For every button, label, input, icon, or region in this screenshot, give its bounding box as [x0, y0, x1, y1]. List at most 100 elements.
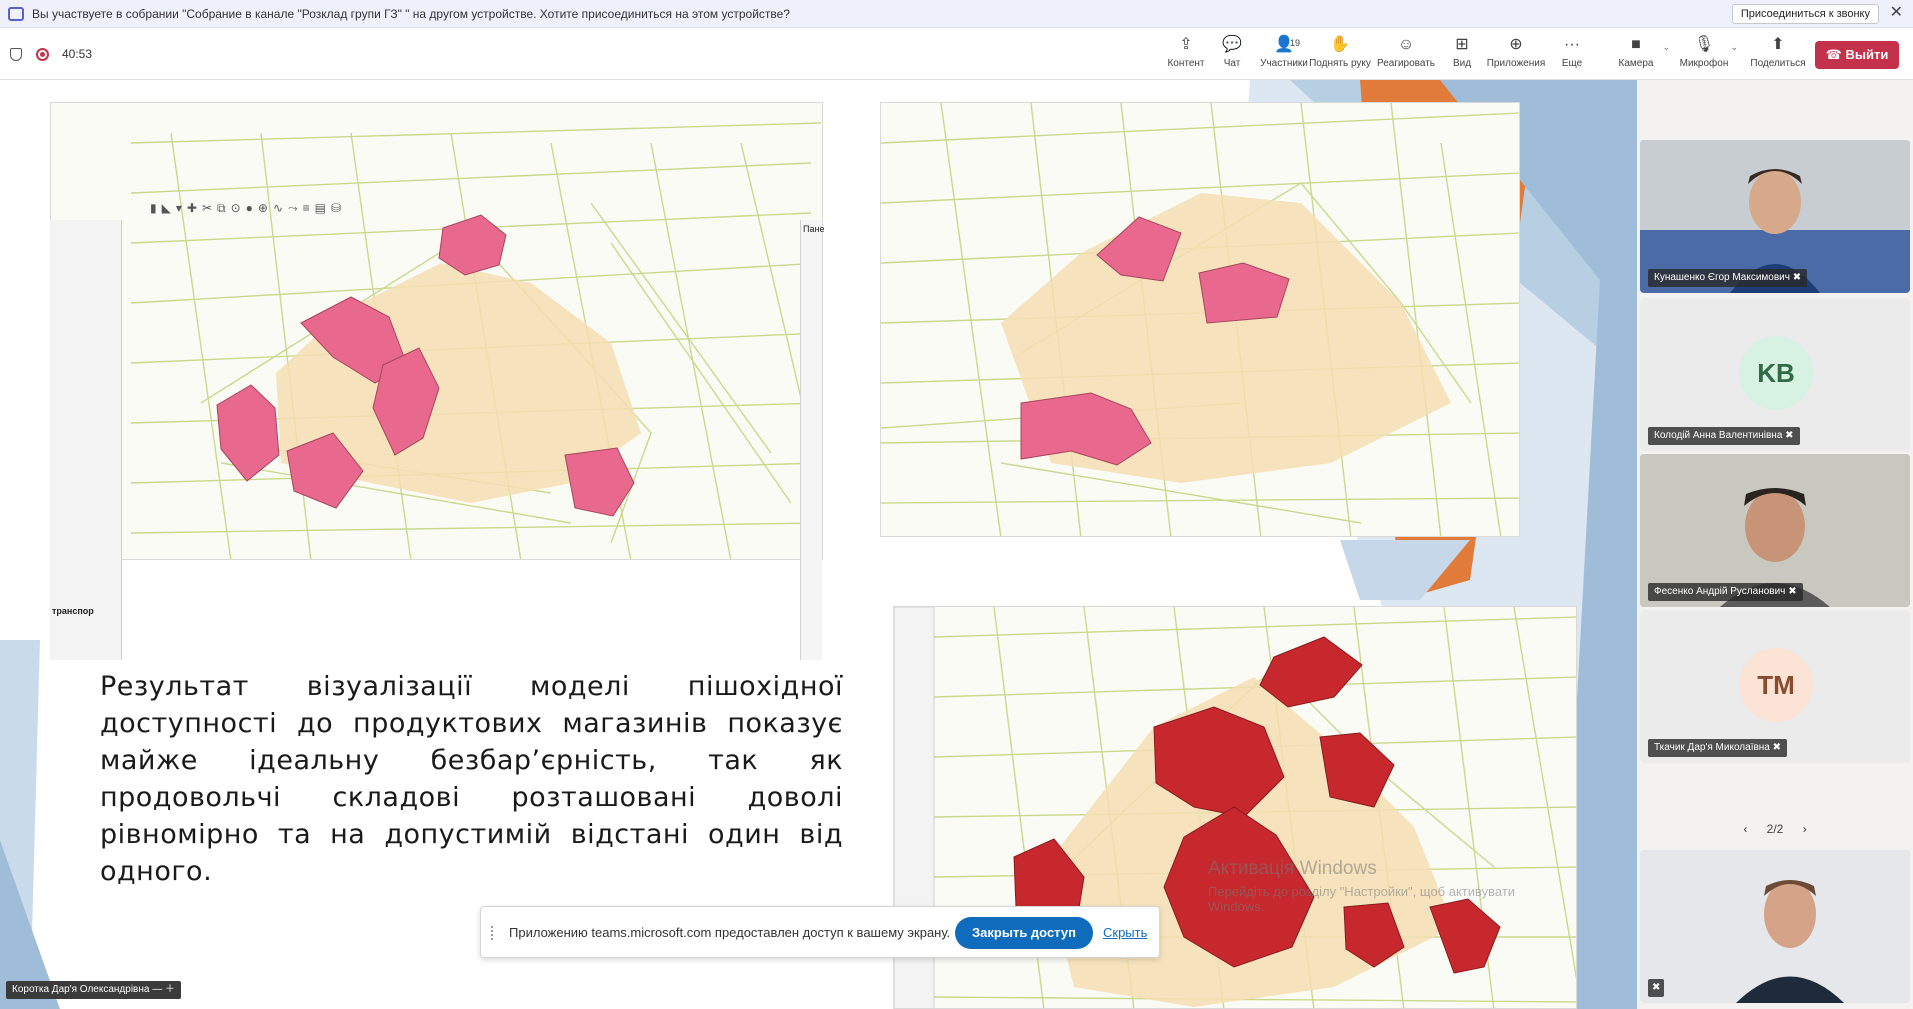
qgis-side-panel: Пане	[800, 220, 825, 660]
qgis-tool-icon[interactable]: ⊙	[231, 201, 241, 215]
rejoin-notice-text: Вы участвуете в собрании "Собрание в кан…	[32, 6, 790, 21]
participant-name: ✖	[1648, 979, 1665, 997]
qgis-tool-icon[interactable]: ⊕	[258, 201, 268, 215]
join-call-button[interactable]: Присоединиться к звонку	[1731, 4, 1879, 24]
teams-icon	[8, 6, 24, 21]
participant-name: Ткачик Дар'я Миколаївна ✖	[1648, 739, 1788, 757]
qgis-tool-icon[interactable]: ▾	[176, 201, 182, 215]
participant-tile[interactable]: TM Ткачик Дар'я Миколаївна ✖	[1640, 610, 1910, 763]
qgis-tool-icon[interactable]: ≡	[303, 201, 310, 215]
page-indicator: 2/2	[1766, 822, 1784, 836]
camera-label: Камера	[1618, 58, 1654, 69]
map-pink-zones-2	[880, 102, 1520, 537]
qgis-tool-icon[interactable]: ◣	[162, 201, 171, 215]
qgis-layer-label: транспор	[52, 606, 94, 616]
mic-off-icon: ✖	[1785, 430, 1794, 441]
participants-count: 19	[1290, 38, 1301, 48]
mic-off-icon: ✖	[1792, 272, 1802, 283]
qgis-toolbar: ▮ ◣ ▾ ✚ ✂ ⧉ ⊙ ● ⊕ ∿ ⤳ ≡ ▤ ⛁	[150, 197, 341, 219]
watermark-title: Активація Windows	[1208, 858, 1377, 879]
participant-name: Колодій Анна Валентинівна ✖	[1648, 427, 1800, 445]
participant-gallery: Кунашенко Єгор Максимович ✖ KB Колодій А…	[1637, 80, 1913, 1009]
mic-off-icon: ✖	[1772, 742, 1782, 753]
screen-share-bar: Приложению teams.microsoft.com предостав…	[480, 906, 1160, 958]
participant-tile[interactable]: Фесенко Андрій Русланович ✖	[1640, 454, 1910, 607]
camera-icon: ■	[1631, 36, 1641, 53]
microphone-button[interactable]: 🎙 Микрофон ⌄	[1672, 34, 1738, 78]
more-icon: ···	[1564, 36, 1580, 53]
qgis-tool-icon[interactable]: ▤	[315, 201, 326, 215]
react-label: Реагировать	[1376, 58, 1436, 69]
react-icon: ☺	[1397, 36, 1415, 53]
avatar: TM	[1739, 648, 1813, 722]
more-button[interactable]: ··· Еще	[1540, 34, 1604, 78]
microphone-icon: 🎙	[1693, 36, 1715, 53]
chevron-left-icon[interactable]: ‹	[1743, 822, 1747, 836]
gallery-pager: ‹ 2/2 ›	[1637, 822, 1913, 836]
participant-tile[interactable]: ✖	[1640, 850, 1910, 1003]
qgis-tool-icon[interactable]: ▮	[150, 201, 157, 215]
stop-sharing-button[interactable]: Закрыть доступ	[955, 917, 1093, 949]
qgis-tool-icon[interactable]: ⧉	[217, 201, 226, 216]
share-label: Поделиться	[1750, 58, 1806, 69]
qgis-tool-icon[interactable]: ⛁	[331, 201, 341, 215]
participants-icon: 👤	[1274, 36, 1294, 53]
participant-name: Кунашенко Єгор Максимович ✖	[1648, 269, 1808, 287]
participant-tile[interactable]: KB Колодій Анна Валентинівна ✖	[1640, 298, 1910, 451]
qgis-tool-icon[interactable]: ✂	[202, 201, 212, 215]
chevron-down-icon[interactable]: ⌄	[1730, 42, 1738, 53]
watermark-line-1: Перейдіть до розділу "Настройки", щоб ак…	[1208, 884, 1516, 899]
drag-handle-icon[interactable]	[491, 926, 497, 940]
qgis-layers-panel: транспор	[50, 220, 122, 660]
participant-video	[1640, 850, 1910, 1003]
phone-icon: ☎	[1825, 47, 1846, 62]
chevron-down-icon[interactable]: ⌄	[1662, 42, 1670, 53]
react-button[interactable]: ☺ Реагировать	[1374, 34, 1438, 78]
participant-tile[interactable]: Кунашенко Єгор Максимович ✖	[1640, 140, 1910, 293]
share-icon: ⬆	[1771, 36, 1785, 53]
mic-off-icon: ✖	[1652, 982, 1661, 993]
raise-hand-button[interactable]: ✋ Поднять руку	[1308, 34, 1372, 78]
share-button[interactable]: ⬆ Поделиться	[1746, 34, 1810, 78]
camera-button[interactable]: ■ Камера ⌄	[1604, 34, 1670, 78]
qgis-panel-label: Пане	[803, 224, 825, 234]
minus-icon[interactable]: —	[152, 984, 165, 995]
map-2-canvas	[881, 103, 1519, 536]
plus-icon[interactable]: ＋	[165, 984, 175, 995]
microphone-label: Микрофон	[1679, 58, 1729, 69]
participants-label: Участники	[1260, 58, 1308, 69]
chevron-right-icon[interactable]: ›	[1803, 822, 1807, 836]
apps-label: Приложения	[1486, 58, 1546, 69]
more-label: Еще	[1561, 58, 1583, 69]
share-message: Приложению teams.microsoft.com предостав…	[509, 925, 951, 940]
mic-off-icon: ✖	[1788, 586, 1797, 597]
watermark-line-2: Windows.	[1208, 899, 1265, 914]
leave-button[interactable]: ☎ Выйти	[1815, 41, 1899, 69]
qgis-tool-icon[interactable]: ●	[246, 201, 253, 215]
qgis-tool-icon[interactable]: ∿	[273, 201, 283, 215]
apps-icon: ⊕	[1509, 36, 1523, 53]
presenter-name: Коротка Дар'я Олександрівна	[12, 984, 150, 995]
recording-icon	[36, 48, 49, 61]
avatar: KB	[1739, 336, 1813, 410]
qgis-tool-icon[interactable]: ⤳	[288, 201, 298, 216]
map-qgis-pink-zones	[50, 102, 823, 560]
participants-button[interactable]: 👤 19 Участники	[1252, 34, 1316, 78]
shared-screen: ▮ ◣ ▾ ✚ ✂ ⧉ ⊙ ● ⊕ ∿ ⤳ ≡ ▤ ⛁ транспор Пане	[0, 80, 1637, 1009]
slide-paragraph: Результат візуалізації моделі пішохідної…	[100, 671, 843, 887]
qgis-tool-icon[interactable]: ✚	[187, 201, 197, 215]
rejoin-notice-bar: Вы участвуете в собрании "Собрание в кан…	[0, 0, 1913, 28]
raise-hand-label: Поднять руку	[1309, 58, 1371, 69]
windows-activation-watermark: Активація Windows Перейдіть до розділу "…	[1208, 858, 1588, 914]
meeting-toolbar: 40:53 ⇪ Контент 💬 Чат 👤 19 Участники ✋ Поднят…	[0, 28, 1913, 80]
close-icon[interactable]: ✕	[1890, 5, 1903, 21]
participant-name: Фесенко Андрій Русланович ✖	[1648, 583, 1803, 601]
leave-label: Выйти	[1845, 47, 1889, 62]
raise-hand-icon: ✋	[1330, 36, 1350, 53]
presenter-name-tag: Коротка Дар'я Олександрівна — ＋	[6, 981, 182, 999]
shield-icon	[10, 48, 22, 61]
apps-button[interactable]: ⊕ Приложения	[1484, 34, 1548, 78]
hide-link[interactable]: Скрыть	[1103, 925, 1147, 940]
meeting-timer: 40:53	[62, 47, 93, 61]
map-1-canvas	[51, 103, 822, 559]
